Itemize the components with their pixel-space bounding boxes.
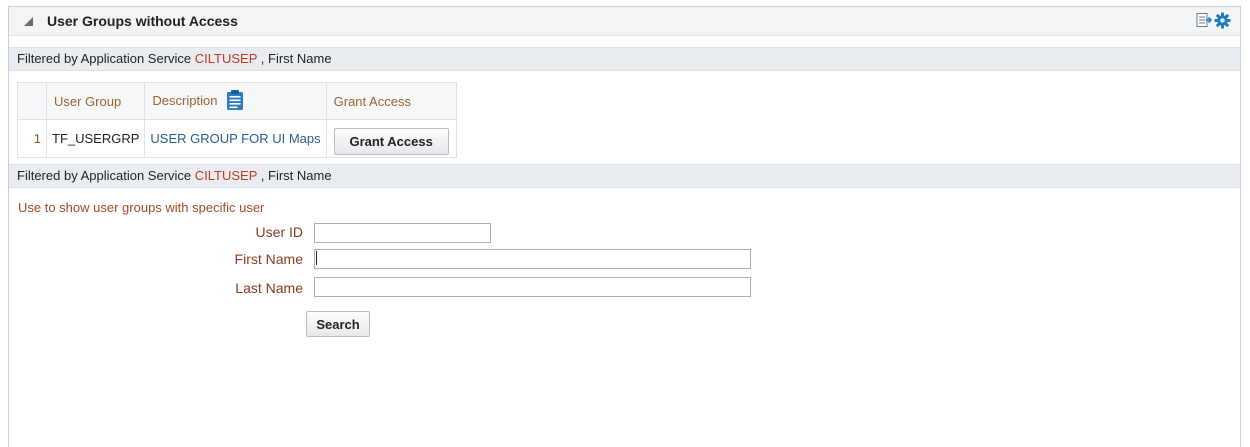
- description-cell: USER GROUP FOR UI Maps: [144, 119, 327, 158]
- filter-service: CILTUSEP: [194, 51, 258, 66]
- filter-service: CILTUSEP: [194, 168, 258, 183]
- column-header-description[interactable]: Description: [144, 82, 327, 120]
- gear-icon[interactable]: [1214, 12, 1231, 32]
- first-name-input[interactable]: [314, 249, 751, 269]
- row-number-header: [17, 82, 47, 120]
- filter-prefix: Filtered by Application Service: [17, 168, 192, 183]
- column-header-user-group[interactable]: User Group: [45, 82, 146, 120]
- clipboard-icon[interactable]: [225, 89, 245, 114]
- detach-table-icon[interactable]: [1196, 12, 1213, 32]
- column-header-grant-access[interactable]: Grant Access: [325, 82, 457, 120]
- form-hint: Use to show user groups with specific us…: [18, 200, 265, 215]
- panel-title: User Groups without Access: [47, 13, 238, 29]
- filter-suffix: , First Name: [260, 51, 332, 66]
- search-button[interactable]: Search: [306, 311, 370, 337]
- description-link[interactable]: USER GROUP FOR UI Maps: [150, 131, 320, 146]
- table-row[interactable]: 1 TF_USERGRP USER GROUP FOR UI Maps Gran…: [17, 119, 457, 158]
- table-header-row: User Group Description Grant Access: [17, 82, 457, 120]
- user-id-label: User ID: [255, 224, 303, 240]
- filter-bar-bottom: Filtered by Application Service CILTUSEP…: [9, 164, 1240, 188]
- filter-bar-top: Filtered by Application Service CILTUSEP…: [9, 47, 1240, 71]
- panel-header: User Groups without Access: [9, 7, 1240, 36]
- last-name-input[interactable]: [314, 277, 751, 297]
- collapse-triangle-icon[interactable]: [24, 17, 33, 26]
- user-groups-panel: User Groups without Access Filtered by A…: [8, 6, 1241, 447]
- filter-prefix: Filtered by Application Service: [17, 51, 192, 66]
- last-name-label: Last Name: [235, 280, 303, 296]
- filter-suffix: , First Name: [260, 168, 332, 183]
- text-caret: [316, 251, 317, 265]
- grant-access-cell: Grant Access: [325, 119, 457, 158]
- user-group-cell: TF_USERGRP: [45, 119, 146, 158]
- grant-access-button[interactable]: Grant Access: [333, 127, 449, 155]
- first-name-label: First Name: [234, 251, 303, 267]
- row-number: 1: [17, 119, 47, 158]
- user-groups-table: User Group Description Grant Access 1 TF…: [17, 82, 457, 158]
- user-id-input[interactable]: [314, 223, 491, 243]
